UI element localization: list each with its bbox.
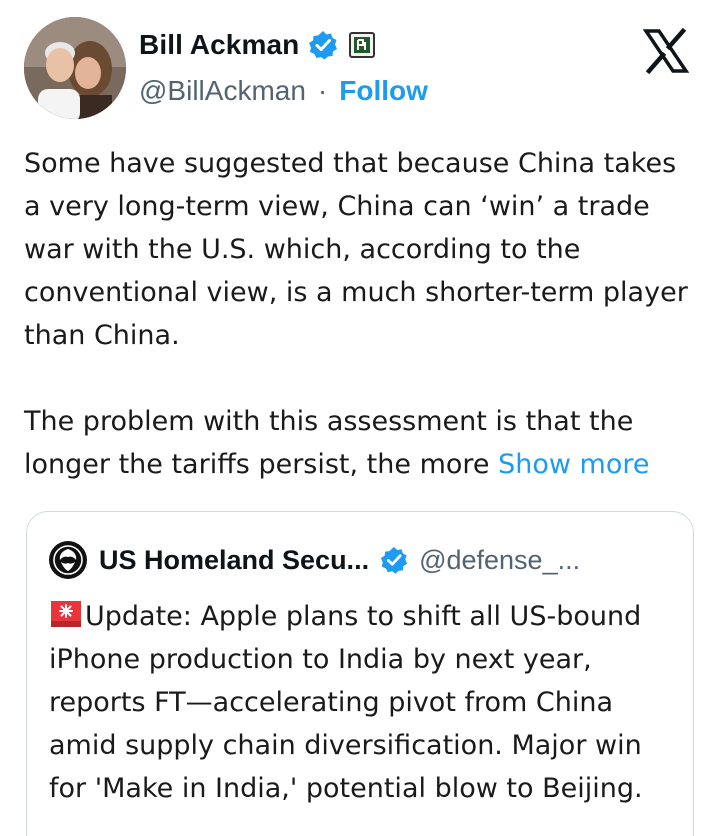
author-display-name[interactable]: Bill Ackman: [139, 29, 299, 61]
quoted-tweet-header: US Homeland Secu... @defense_...: [49, 540, 580, 580]
tweet-header: Bill Ackman @BillAckman · Follow: [24, 17, 694, 125]
tweet-paragraph-1: Some have suggested that because China t…: [24, 148, 688, 351]
quoted-tweet-body: Update: Apple plans to shift all US-boun…: [49, 601, 643, 804]
tweet-embed: Bill Ackman @BillAckman · Follow Some ha…: [0, 0, 715, 836]
quoted-handle[interactable]: @defense_...: [419, 545, 580, 576]
author-info: Bill Ackman @BillAckman · Follow: [139, 25, 428, 107]
quoted-tweet-card[interactable]: US Homeland Secu... @defense_... Update:…: [26, 511, 694, 836]
x-logo-icon[interactable]: [642, 27, 690, 75]
tweet-text: Some have suggested that because China t…: [24, 142, 694, 486]
quoted-verified-badge-icon: [379, 545, 409, 575]
author-handle[interactable]: @BillAckman: [139, 75, 306, 107]
quoted-display-name[interactable]: US Homeland Secu...: [99, 545, 369, 576]
verified-badge-icon: [307, 29, 339, 61]
quoted-avatar[interactable]: [49, 541, 87, 579]
siren-icon: [49, 599, 83, 629]
separator-dot: ·: [317, 75, 328, 106]
avatar[interactable]: [24, 17, 126, 119]
show-more-link[interactable]: Show more: [498, 449, 649, 480]
quoted-tweet-text: Update: Apple plans to shift all US-boun…: [49, 595, 679, 810]
affiliate-badge-icon[interactable]: [349, 32, 376, 58]
tweet-paragraph-2: The problem with this assessment is that…: [24, 400, 694, 486]
follow-button[interactable]: Follow: [339, 75, 428, 107]
